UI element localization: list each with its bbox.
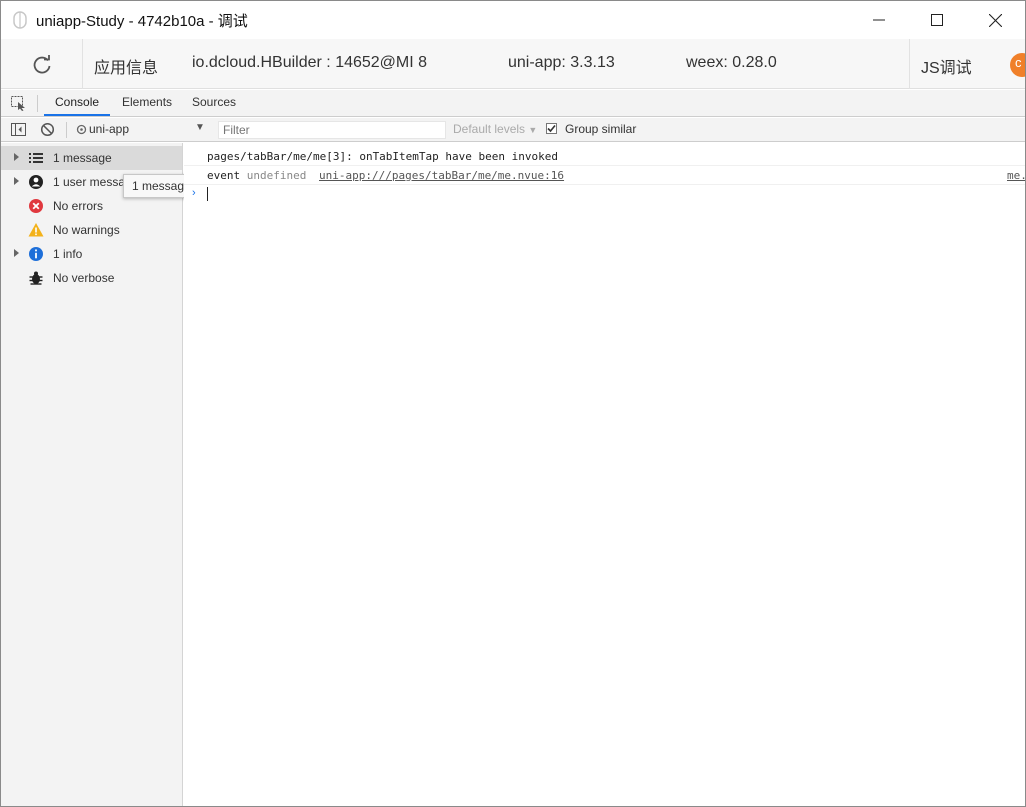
console-message: event undefined uni-app:///pages/tabBar/… — [184, 165, 1025, 185]
expand-arrow-icon[interactable] — [14, 177, 19, 185]
sidebar-item-info[interactable]: 1 info — [1, 242, 182, 266]
expand-arrow-icon[interactable] — [14, 153, 19, 161]
context-gear-icon — [76, 124, 87, 135]
expand-arrow-icon[interactable] — [14, 249, 19, 257]
app-info-label[interactable]: 应用信息 — [94, 54, 158, 78]
device-label: io.dcloud.HBuilder : 14652@MI 8 — [192, 54, 428, 71]
device-info-bar: 应用信息 io.dcloud.HBuilder : 14652@MI 8 uni… — [1, 39, 1025, 89]
maximize-button[interactable] — [914, 1, 960, 39]
sidebar-item-warnings[interactable]: No warnings — [1, 218, 182, 242]
chevron-down-icon[interactable]: ▼ — [195, 122, 205, 133]
message-label: event — [207, 169, 241, 182]
sidebar-item-label: No verbose — [53, 271, 115, 285]
sidebar-item-verbose[interactable]: No verbose — [1, 266, 182, 290]
filter-input[interactable] — [218, 121, 446, 139]
inspect-element-icon[interactable] — [11, 96, 27, 111]
error-icon — [29, 199, 43, 213]
separator — [66, 122, 67, 138]
group-similar-label: Group similar — [565, 122, 637, 136]
user-icon — [29, 175, 43, 189]
separator — [37, 95, 38, 112]
sidebar-toggle-icon[interactable] — [11, 122, 26, 137]
uni-app-version: uni-app: 3.3.13 — [508, 54, 615, 71]
chevron-down-icon: ▼ — [528, 125, 538, 135]
warning-icon — [28, 223, 44, 237]
minimize-icon — [873, 19, 885, 21]
tab-elements[interactable]: Elements — [122, 95, 172, 109]
sidebar-item-label: 1 info — [53, 247, 83, 261]
console-message: pages/tabBar/me/me[3]: onTabItemTap have… — [184, 146, 1025, 166]
message-text: event undefined — [207, 169, 306, 182]
close-icon — [988, 13, 1002, 27]
maximize-icon — [931, 14, 943, 26]
bug-icon — [29, 271, 43, 285]
console-output[interactable]: pages/tabBar/me/me[3]: onTabItemTap have… — [184, 143, 1025, 806]
app-logo-icon — [13, 11, 27, 29]
sidebar-item-label: No warnings — [53, 223, 120, 237]
sidebar-item-label: 1 message — [53, 151, 112, 165]
list-icon — [29, 153, 43, 163]
refresh-icon[interactable] — [31, 54, 53, 76]
js-debug-button[interactable]: JS调试 — [921, 54, 972, 78]
title-bar: uniapp-Study - 4742b10a - 调试 — [1, 1, 1025, 39]
minimize-button[interactable] — [856, 1, 902, 39]
message-text: pages/tabBar/me/me[3]: onTabItemTap have… — [207, 150, 558, 163]
tab-console[interactable]: Console — [55, 95, 99, 109]
orange-badge-icon[interactable]: c — [1010, 53, 1025, 77]
sidebar-item-messages[interactable]: 1 message — [1, 146, 182, 170]
context-selector[interactable]: uni-app — [89, 122, 129, 136]
active-tab-indicator — [44, 114, 110, 116]
group-similar-checkbox[interactable] — [546, 123, 557, 134]
weex-version: weex: 0.28.0 — [686, 54, 777, 71]
levels-label: Default levels — [453, 122, 526, 136]
console-prompt-input[interactable] — [207, 187, 208, 201]
source-location-link[interactable]: me.nvue:16 — [1007, 169, 1025, 182]
devtools-window: uniapp-Study - 4742b10a - 调试 应用信息 io.dcl… — [0, 0, 1026, 807]
separator — [82, 39, 83, 89]
prompt-arrow-icon: › — [192, 187, 196, 199]
message-value: undefined — [246, 169, 307, 182]
window-title: uniapp-Study - 4742b10a - 调试 — [36, 13, 248, 30]
console-sidebar: 1 message 1 user messages No errors No w… — [1, 143, 183, 806]
default-levels-dropdown[interactable]: Default levels ▼ — [453, 122, 537, 136]
devtools-tab-bar: Console Elements Sources — [1, 90, 1025, 117]
console-toolbar: uni-app ▼ Default levels ▼ Group similar — [1, 118, 1025, 142]
clear-console-icon[interactable] — [40, 122, 55, 137]
sidebar-item-label: No errors — [53, 199, 104, 213]
separator — [909, 39, 910, 89]
checkmark-icon — [547, 124, 556, 133]
close-button[interactable] — [972, 1, 1018, 39]
tab-sources[interactable]: Sources — [192, 95, 236, 109]
info-icon — [29, 247, 43, 261]
source-link[interactable]: uni-app:///pages/tabBar/me/me.nvue:16 — [319, 169, 564, 182]
